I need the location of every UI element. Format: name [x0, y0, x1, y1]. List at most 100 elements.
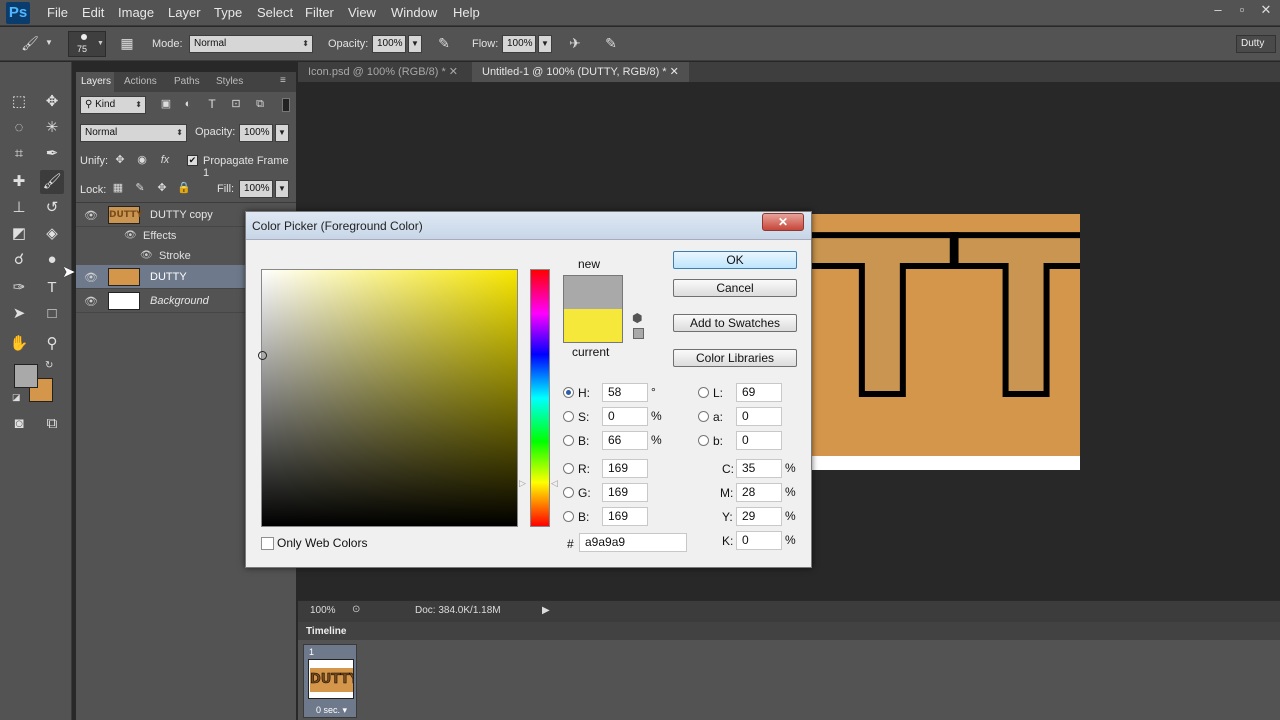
tab-layers[interactable]: Layers	[81, 76, 111, 87]
hue-slider-right-arrow-icon[interactable]: ◁	[551, 478, 558, 489]
menu-edit[interactable]: Edit	[82, 5, 104, 20]
dodge-tool-icon[interactable]: ●	[40, 248, 64, 272]
marquee-tool-icon[interactable]: ⬚	[7, 90, 31, 114]
r-radio[interactable]	[563, 463, 574, 474]
flow-dropdown[interactable]: ▼	[538, 35, 552, 53]
l-input[interactable]: 69	[736, 383, 782, 402]
fill-dropdown[interactable]: ▼	[275, 180, 289, 198]
brush-size-picker[interactable]: 75 ▼	[68, 31, 106, 57]
rectangle-tool-icon[interactable]: □	[40, 302, 64, 326]
unify-visibility-icon[interactable]: ◉	[134, 150, 150, 170]
lab-b-input[interactable]: 0	[736, 431, 782, 450]
stroke-eye-icon[interactable]: 👁	[140, 250, 153, 261]
hue-slider[interactable]	[530, 269, 550, 527]
visibility-eye-icon[interactable]: 👁	[84, 271, 98, 284]
dialog-close-button[interactable]: ✕	[762, 213, 804, 231]
y-input[interactable]: 29	[736, 507, 782, 526]
menu-image[interactable]: Image	[118, 5, 154, 20]
document-canvas[interactable]: TTY	[812, 214, 1080, 470]
frame-delay[interactable]: 0 sec. ▾	[316, 705, 347, 716]
menu-select[interactable]: Select	[257, 5, 293, 20]
zoom-level[interactable]: 100%	[310, 605, 336, 616]
blue-input[interactable]: 169	[602, 507, 648, 526]
foreground-color-swatch[interactable]	[14, 364, 38, 388]
move-tool-icon[interactable]: ✥	[40, 90, 64, 114]
blend-mode-select[interactable]: Normal ⬍	[80, 124, 187, 142]
propagate-checkbox[interactable]: ✔	[187, 155, 198, 166]
r-input[interactable]: 169	[602, 459, 648, 478]
brush-panel-icon[interactable]: ▦	[117, 33, 137, 53]
smudge-tool-icon[interactable]: ☌	[7, 248, 31, 272]
current-color-swatch[interactable]	[564, 309, 622, 342]
h-radio[interactable]	[563, 387, 574, 398]
b-input[interactable]: 66	[602, 431, 648, 450]
fill-field[interactable]: 100%	[239, 180, 273, 198]
pressure-size-icon[interactable]: ✎	[600, 33, 622, 53]
pen-tool-icon[interactable]: ✑	[7, 276, 31, 300]
k-input[interactable]: 0	[736, 531, 782, 550]
add-to-swatches-button[interactable]: Add to Swatches	[673, 314, 797, 332]
status-menu-arrow-icon[interactable]: ▶	[542, 605, 550, 616]
visibility-eye-icon[interactable]: 👁	[84, 295, 98, 308]
status-icon[interactable]: ⊙	[352, 604, 360, 615]
color-libraries-button[interactable]: Color Libraries	[673, 349, 797, 367]
layer-opacity-field[interactable]: 100%	[239, 124, 273, 142]
panel-menu-icon[interactable]: ≡	[280, 75, 286, 86]
mode-select[interactable]: Normal ⬍	[189, 35, 313, 53]
lasso-tool-icon[interactable]: ◌	[7, 116, 31, 140]
workspace-switcher[interactable]: Dutty	[1236, 35, 1276, 53]
m-input[interactable]: 28	[736, 483, 782, 502]
filter-kind-select[interactable]: ⚲ Kind ⬍	[80, 96, 146, 114]
s-radio[interactable]	[563, 411, 574, 422]
filter-shape-icon[interactable]: ⊡	[228, 94, 244, 114]
lock-all-icon[interactable]: 🔒	[176, 178, 192, 198]
visibility-eye-icon[interactable]: 👁	[84, 209, 98, 222]
color-field-marker[interactable]	[258, 351, 267, 360]
hand-tool-icon[interactable]: ✋	[7, 332, 31, 356]
clone-stamp-tool-icon[interactable]: ⊥	[7, 196, 31, 220]
pressure-opacity-icon[interactable]: ✎	[433, 33, 455, 53]
zoom-tool-icon[interactable]: ⚲	[40, 332, 64, 356]
layer-name[interactable]: Background	[150, 295, 209, 307]
tab-actions[interactable]: Actions	[124, 76, 157, 87]
swap-colors-icon[interactable]: ↻	[45, 360, 53, 371]
g-input[interactable]: 169	[602, 483, 648, 502]
layer-name[interactable]: DUTTY copy	[150, 209, 213, 221]
minimize-icon[interactable]: –	[1208, 2, 1228, 20]
eraser-tool-icon[interactable]: ◩	[7, 222, 31, 246]
web-safe-swatch-icon[interactable]	[633, 328, 644, 339]
effects-eye-icon[interactable]: 👁	[124, 230, 137, 241]
color-field[interactable]	[258, 269, 518, 527]
h-input[interactable]: 58	[602, 383, 648, 402]
ok-button[interactable]: OK	[673, 251, 797, 269]
close-icon[interactable]: ✕	[1256, 2, 1276, 20]
opacity-field[interactable]: 100%	[372, 35, 406, 53]
timeline-frame[interactable]: 1 DUTTY 0 sec. ▾	[303, 644, 357, 718]
quick-mask-icon[interactable]: ◙	[7, 412, 31, 436]
chevron-down-icon[interactable]: ▼	[42, 33, 56, 53]
menu-help[interactable]: Help	[453, 5, 480, 20]
menu-filter[interactable]: Filter	[305, 5, 334, 20]
filter-pixel-icon[interactable]: ▣	[158, 94, 174, 114]
s-input[interactable]: 0	[602, 407, 648, 426]
timeline-title[interactable]: Timeline	[306, 626, 346, 637]
menu-layer[interactable]: Layer	[168, 5, 201, 20]
airbrush-icon[interactable]: ✈	[564, 33, 586, 53]
filter-smart-object-icon[interactable]: ⧉	[252, 94, 268, 114]
tab-paths[interactable]: Paths	[174, 76, 200, 87]
blue-radio[interactable]	[563, 511, 574, 522]
history-brush-tool-icon[interactable]: ↺	[40, 196, 64, 220]
filter-toggle[interactable]	[282, 98, 290, 112]
filter-adjustment-icon[interactable]: ◐	[180, 94, 196, 114]
filter-type-icon[interactable]: T	[204, 94, 220, 114]
lock-image-icon[interactable]: ✎	[132, 178, 148, 198]
lock-position-icon[interactable]: ✥	[154, 178, 170, 198]
menu-file[interactable]: File	[47, 5, 68, 20]
layer-name[interactable]: DUTTY	[150, 271, 187, 283]
lock-transparent-icon[interactable]: ▦	[110, 178, 126, 198]
brush-preset-icon[interactable]: 🖌	[18, 33, 42, 53]
eyedropper-tool-icon[interactable]: ✒	[40, 142, 64, 166]
opacity-dropdown[interactable]: ▼	[408, 35, 422, 53]
hue-slider-left-arrow-icon[interactable]: ▷	[519, 478, 526, 489]
tab-styles[interactable]: Styles	[216, 76, 243, 87]
